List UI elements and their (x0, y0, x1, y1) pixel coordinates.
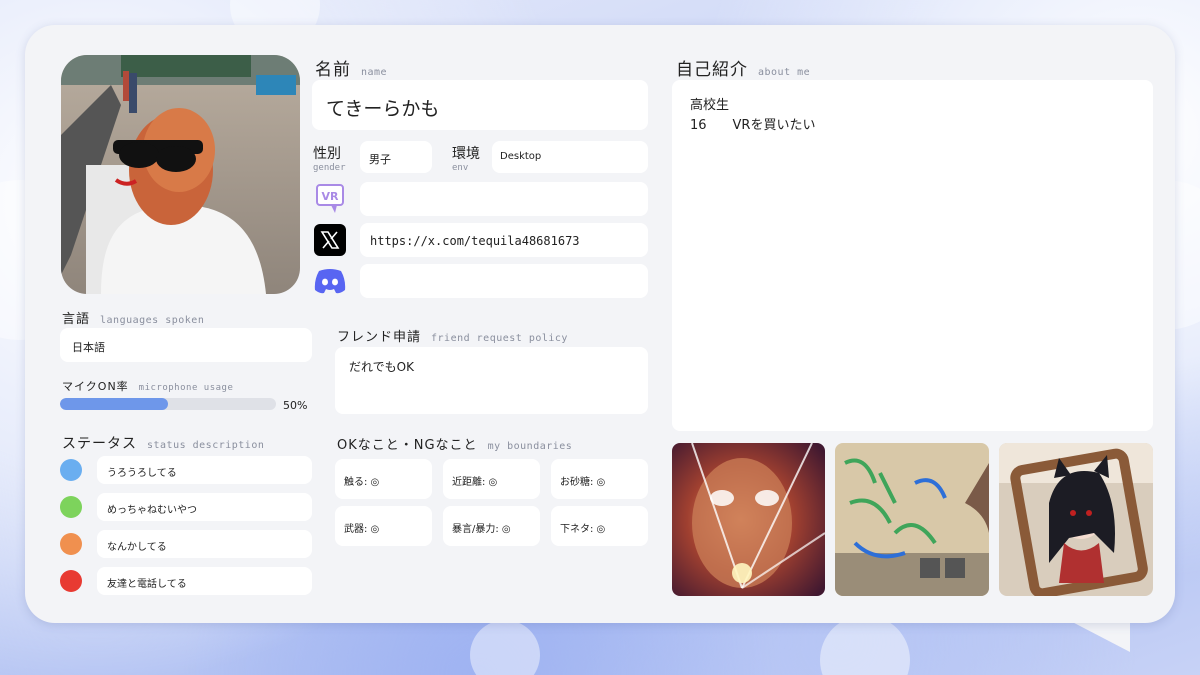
gender-heading: 性別 gender (313, 146, 346, 173)
status-item-text: めっちゃねむいやつ (107, 505, 197, 516)
gallery-photo-2[interactable] (835, 443, 989, 596)
avatar-image (61, 55, 300, 294)
mic-progress-bar (60, 398, 276, 410)
status-color-dot (60, 459, 82, 481)
avatar (61, 55, 300, 294)
status-item: 友達と電話してる (97, 567, 312, 595)
discord-icon (313, 265, 347, 297)
boundaries-heading: OKなこと・NGなこと my boundaries (337, 438, 573, 453)
boundary-item-text: 暴言/暴力: ◎ (452, 524, 511, 535)
gender-field: 男子 (360, 141, 432, 173)
x-url-field[interactable]: https://x.com/tequila48681673 (360, 223, 648, 257)
languages-field: 日本語 (60, 328, 312, 362)
mic-percent: 50% (283, 399, 308, 412)
boundary-item-text: 触る: ◎ (344, 477, 380, 488)
status-color-dot (60, 533, 82, 555)
boundary-item-text: お砂糖: ◎ (560, 477, 606, 488)
status-color-dot (60, 570, 82, 592)
bg-bubble (470, 620, 540, 675)
about-line-1: 高校生 (690, 98, 730, 113)
gallery-photo-1[interactable] (672, 443, 825, 596)
vr-id-field (360, 182, 648, 216)
status-item: なんかしてる (97, 530, 312, 558)
boundary-item: 下ネタ: ◎ (551, 506, 648, 546)
status-item-text: なんかしてる (107, 542, 167, 553)
status-heading: ステータス status description (62, 436, 265, 452)
boundary-item: 触る: ◎ (335, 459, 432, 499)
profile-card: 名前 name てきーらかも 性別 gender 男子 環境 env Deskto… (25, 25, 1175, 623)
boundary-item-text: 下ネタ: ◎ (560, 524, 606, 535)
name-value: てきーらかも (326, 98, 440, 120)
boundary-item-text: 近距離: ◎ (452, 477, 498, 488)
bg-bubble (820, 615, 910, 675)
mic-progress-fill (60, 398, 168, 410)
status-item: うろうろしてる (97, 456, 312, 484)
vr-chat-icon: VR (314, 183, 346, 215)
name-field: てきーらかも (312, 80, 648, 130)
status-item-text: うろうろしてる (107, 468, 177, 479)
about-line-2: 16 VRを買いたい (690, 118, 816, 133)
svg-text:VR: VR (322, 190, 340, 203)
boundary-item-text: 武器: ◎ (344, 524, 380, 535)
friend-heading: フレンド申請 friend request policy (337, 330, 568, 345)
languages-heading: 言語 languages spoken (62, 312, 205, 327)
status-item-text: 友達と電話してる (107, 579, 187, 590)
about-field: 高校生 16 VRを買いたい (672, 80, 1153, 431)
status-color-dot (60, 496, 82, 518)
gallery-photo-3[interactable] (999, 443, 1153, 596)
boundary-item: お砂糖: ◎ (551, 459, 648, 499)
discord-id-field (360, 264, 648, 298)
boundary-item: 暴言/暴力: ◎ (443, 506, 540, 546)
friend-policy-field: だれでもOK (335, 347, 648, 414)
boundary-item: 近距離: ◎ (443, 459, 540, 499)
mic-heading: マイクON率 microphone usage (62, 380, 234, 393)
name-heading: 名前 name (315, 60, 388, 80)
x-logo-icon (314, 224, 346, 256)
boundary-item: 武器: ◎ (335, 506, 432, 546)
status-item: めっちゃねむいやつ (97, 493, 312, 521)
env-field: Desktop (492, 141, 648, 173)
about-heading: 自己紹介 about me (676, 60, 811, 80)
env-heading: 環境 env (452, 146, 480, 173)
